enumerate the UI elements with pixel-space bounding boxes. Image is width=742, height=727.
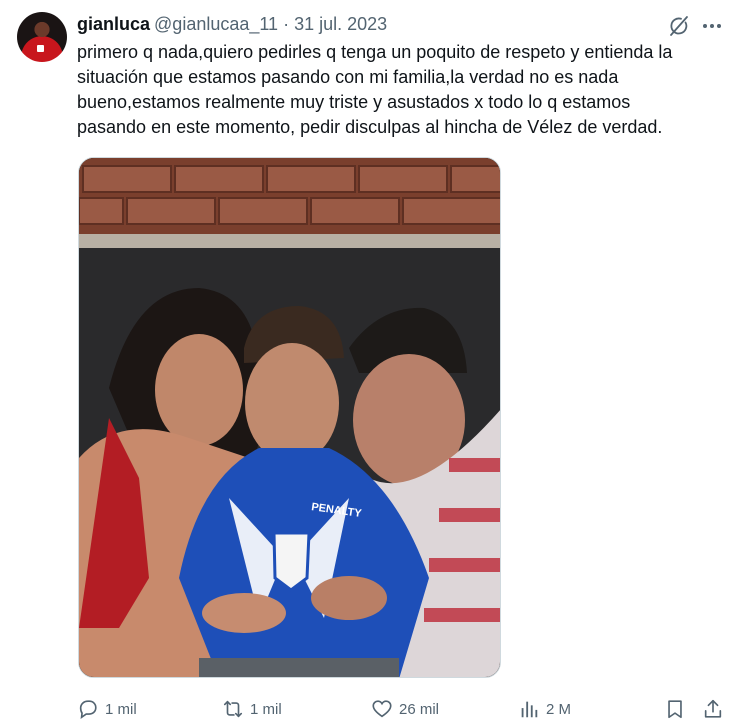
tweet-text-line: bueno,estamos realmente muy triste y asu… [77, 92, 631, 112]
reply-count: 1 mil [105, 700, 137, 718]
repost-icon [223, 700, 243, 718]
repost-button[interactable]: 1 mil [222, 695, 282, 723]
tweet-header: gianluca @gianlucaa_11 · 31 jul. 2023 [77, 13, 387, 35]
reply-button[interactable]: 1 mil [77, 695, 137, 723]
avatar-logo [37, 45, 44, 52]
tweet-photo[interactable]: PENALTY [78, 157, 501, 678]
bookmark-icon [668, 700, 682, 719]
repost-count: 1 mil [250, 700, 282, 718]
action-bar: 1 mil 1 mil 26 mil 2 M [77, 695, 725, 723]
like-count: 26 mil [399, 700, 440, 718]
tweet-text: primero q nada,quiero pedirles q tenga u… [77, 40, 725, 140]
more-icon[interactable] [699, 14, 725, 38]
like-button[interactable]: 26 mil [371, 695, 439, 723]
author-name[interactable]: gianluca [77, 14, 150, 35]
views-icon [521, 701, 538, 718]
heart-icon [372, 700, 392, 718]
separator-dot: · [283, 13, 290, 34]
tweet-text-line: primero q nada,quiero pedirles q tenga u… [77, 42, 673, 62]
tweet-text-line: pasando en este momento, pedir disculpas… [77, 117, 663, 137]
view-count: 2 M [546, 700, 572, 718]
share-icon [704, 699, 722, 718]
avatar[interactable] [17, 12, 67, 62]
reply-icon [79, 700, 97, 719]
tweet-date[interactable]: 31 jul. 2023 [294, 14, 387, 35]
author-handle[interactable]: @gianlucaa_11 [154, 14, 278, 35]
bookmark-button[interactable] [664, 695, 692, 723]
tweet-text-line: situación que estamos pasando con mi fam… [77, 67, 619, 87]
grok-icon[interactable] [667, 14, 691, 38]
family-photo: PENALTY [79, 158, 500, 677]
views-button[interactable]: 2 M [518, 695, 571, 723]
share-button[interactable] [702, 695, 730, 723]
